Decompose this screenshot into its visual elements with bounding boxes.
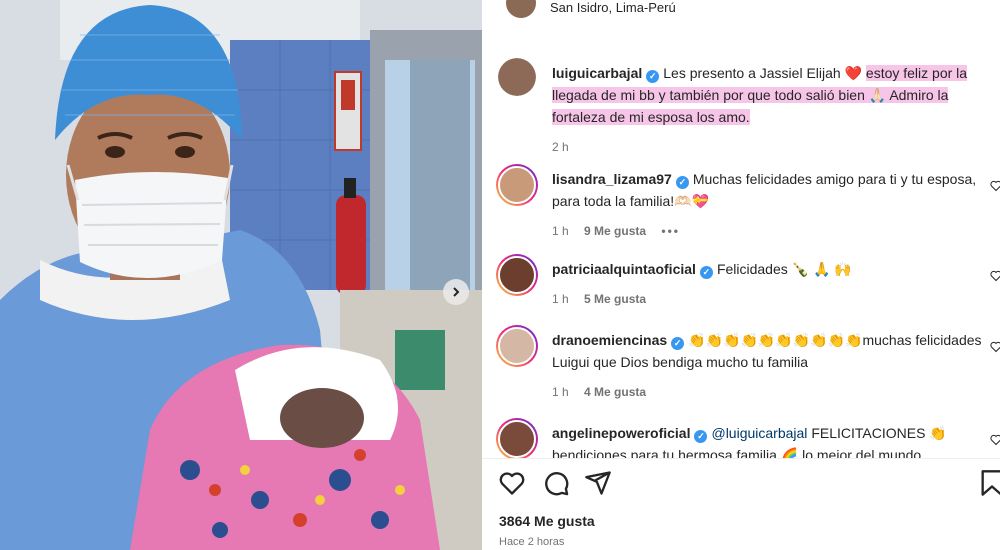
chevron-right-icon: [453, 287, 460, 297]
caption-highlight-2: llegada de mi bb y también por que todo …: [552, 87, 949, 103]
post-location[interactable]: San Isidro, Lima-Perú: [550, 0, 676, 15]
avatar[interactable]: [496, 325, 538, 367]
avatar[interactable]: [496, 418, 538, 460]
comment-time: 1 h: [552, 292, 569, 306]
likes-total[interactable]: 3864 Me gusta: [499, 513, 595, 529]
comment-likes[interactable]: 4 Me gusta: [584, 385, 646, 399]
post-header: [500, 0, 536, 18]
comment-likes[interactable]: 5 Me gusta: [584, 292, 646, 306]
comment-icon[interactable]: [542, 469, 570, 497]
heart-icon[interactable]: [990, 434, 1000, 446]
post-time-ago: Hace 2 horas: [499, 536, 565, 548]
heart-icon[interactable]: [498, 469, 526, 497]
comment-meta: 1 h 5 Me gusta: [552, 288, 1000, 310]
author-avatar[interactable]: [506, 0, 536, 18]
comment-meta: 1 h 9 Me gusta •••: [552, 220, 982, 242]
caption-body: luiguicarbajal ✓ Les presento a Jassiel El…: [552, 62, 1000, 158]
verified-badge-icon: ✓: [694, 430, 708, 443]
caption-text: Les presento a Jassiel Elijah: [663, 65, 845, 81]
comment-username[interactable]: angelinepoweroficial: [552, 425, 690, 441]
action-bar: [482, 458, 1000, 506]
comment-body: dranoemiencinas ✓ 👏👏👏👏👏👏👏👏👏👏muchas felicid…: [552, 329, 992, 403]
bookmark-icon[interactable]: [978, 469, 1000, 497]
verified-badge-icon: ✓: [675, 176, 689, 189]
heart-icon[interactable]: [990, 180, 1000, 192]
verified-badge-icon: ✓: [699, 266, 713, 279]
comment-body: lisandra_lizama97 ✓ Muchas felicidades ami…: [552, 168, 982, 242]
caption-username[interactable]: luiguicarbajal: [552, 65, 642, 81]
caption-highlight-1: estoy feliz por la: [865, 65, 968, 81]
comment-username[interactable]: dranoemiencinas: [552, 332, 667, 348]
comment-time: 1 h: [552, 224, 569, 238]
heart-emoji: ❤️: [844, 65, 863, 81]
comment-text: Felicidades 🍾 🙏 🙌: [716, 261, 852, 277]
heart-icon[interactable]: [990, 341, 1000, 353]
more-options-icon[interactable]: •••: [661, 224, 680, 238]
verified-badge-icon: ✓: [646, 70, 660, 83]
comment-likes[interactable]: 9 Me gusta: [584, 224, 646, 238]
share-icon[interactable]: [584, 469, 612, 497]
comments-panel: San Isidro, Lima-Perú luiguicarbajal ✓ Les…: [482, 0, 1000, 550]
caption-meta: 2 h: [552, 136, 1000, 158]
avatar[interactable]: [496, 254, 538, 296]
comment-mention[interactable]: @luiguicarbajal: [711, 425, 807, 441]
avatar[interactable]: [498, 58, 536, 96]
comment-time: 1 h: [552, 385, 569, 399]
caption-highlight-3: fortaleza de mi esposa los amo.: [552, 109, 750, 125]
next-photo-button[interactable]: [443, 279, 469, 305]
caption-time: 2 h: [552, 140, 569, 154]
comment-body: patriciaalquintaoficial ✓ Felicidades 🍾 🙏 …: [552, 258, 1000, 310]
avatar[interactable]: [496, 164, 538, 206]
comment-meta: 1 h 4 Me gusta: [552, 381, 992, 403]
comment-username[interactable]: patriciaalquintaoficial: [552, 261, 696, 277]
post-photo: [0, 0, 482, 550]
photo-illustration: [0, 0, 482, 550]
comment-username[interactable]: lisandra_lizama97: [552, 171, 672, 187]
verified-badge-icon: ✓: [671, 337, 685, 350]
heart-icon[interactable]: [990, 270, 1000, 282]
